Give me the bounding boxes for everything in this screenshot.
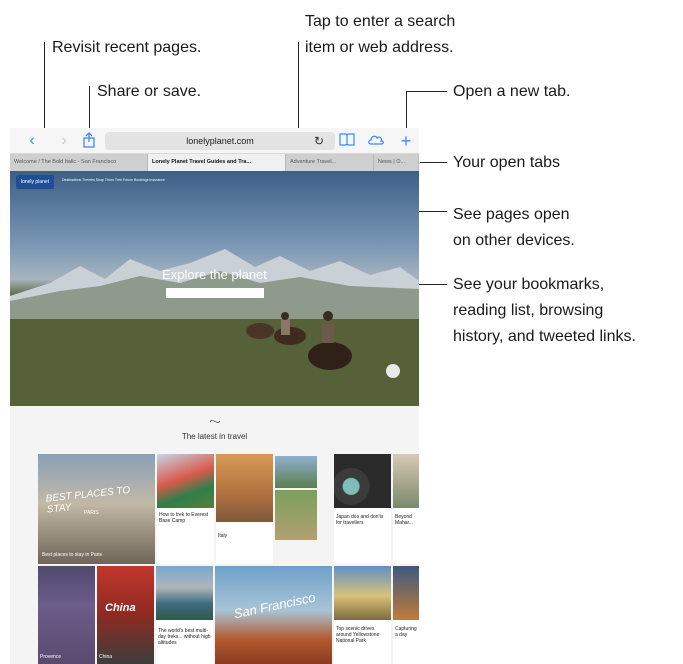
card-day-treks[interactable]: The world's best multi-day treks... with… <box>156 566 213 664</box>
callout-open-tabs: Your open tabs <box>453 154 561 171</box>
italy-title: Italy <box>218 533 228 539</box>
site-nav: lonely planet Destinations Themes Shop T… <box>10 171 419 193</box>
leader-search <box>298 42 299 130</box>
beyond-title: Beyond Mahar... <box>395 514 414 526</box>
tab-bold-italic[interactable]: Welcome / The Bold Italic - San Francisc… <box>10 154 148 171</box>
everest-title: How to trek to Everest Base Camp <box>159 512 209 524</box>
tab-lonely-planet[interactable]: Lonely Planet Travel Guides and Tra... <box>148 154 286 171</box>
browser-toolbar: ‹ › lonelyplanet.com ↻ + <box>10 128 419 154</box>
day-treks-title: The world's best multi-day treks... with… <box>158 628 211 646</box>
latest-section: The latest in travel BEST PLACES TO STAY… <box>10 406 419 664</box>
forward-icon[interactable]: › <box>55 132 73 150</box>
card-yellowstone[interactable]: Top scenic drives around Yellowstone Nat… <box>334 566 391 664</box>
hero-image: lonely planet Destinations Themes Shop T… <box>10 171 419 406</box>
leader-new-tab-h <box>406 91 447 92</box>
best-places-caption: Best places to stay in Paris <box>42 552 103 558</box>
hero-title: Explore the planet <box>162 267 267 282</box>
card-capture[interactable]: Capturing a day <box>393 566 419 664</box>
tab-news[interactable]: News | O... <box>374 154 419 171</box>
callout-search-line1: Tap to enter a search <box>305 13 456 30</box>
hero-search-input[interactable] <box>166 288 264 298</box>
provence-title: Provence <box>40 654 62 660</box>
callout-share-save: Share or save. <box>97 83 202 100</box>
lonely-planet-logo[interactable]: lonely planet <box>16 175 54 189</box>
yellowstone-title: Top scenic drives around Yellowstone Nat… <box>336 626 380 644</box>
callout-bookmarks-line3: history, and tweeted links. <box>453 328 636 345</box>
tab-adventure-travel[interactable]: Adventure Travel... <box>286 154 374 171</box>
latest-title: The latest in travel <box>181 432 248 441</box>
capture-title: Capturing a day <box>395 626 417 638</box>
share-icon[interactable] <box>80 132 98 150</box>
leader-open-tabs <box>420 162 447 163</box>
callout-new-tab: Open a new tab. <box>453 83 571 100</box>
card-best-places[interactable]: BEST PLACES TO STAY PARIS Best places to… <box>38 454 155 564</box>
reload-icon[interactable]: ↻ <box>310 132 328 150</box>
icloud-tabs-icon[interactable] <box>367 132 385 150</box>
callout-search-line2: item or web address. <box>305 39 454 56</box>
card-china[interactable]: China China <box>97 566 154 664</box>
leader-share-save <box>89 86 90 131</box>
callout-bookmarks-line1: See your bookmarks, <box>453 276 605 293</box>
card-provence[interactable]: Provence <box>38 566 95 664</box>
site-nav-links[interactable]: Destinations Themes Shop Thorn Tree Foru… <box>62 178 165 182</box>
best-places-sub: PARIS <box>84 510 99 516</box>
card-japan[interactable]: Japan dos and don'ts for travellers <box>334 454 391 564</box>
china-headline: China <box>105 602 136 614</box>
japan-title: Japan dos and don'ts for travellers <box>336 514 384 526</box>
callout-other-devices-line1: See pages open <box>453 206 570 223</box>
address-bar[interactable]: lonelyplanet.com <box>105 132 335 150</box>
back-icon[interactable]: ‹ <box>23 132 41 150</box>
leader-new-tab-v <box>406 91 407 131</box>
add-tab-icon[interactable]: + <box>397 132 415 150</box>
sf-headline: San Francisco <box>232 589 317 622</box>
safari-window: ‹ › lonelyplanet.com ↻ + Welcome / The B… <box>10 128 419 664</box>
card-beyond[interactable]: Beyond Mahar... <box>393 454 419 564</box>
card-everest[interactable]: How to trek to Everest Base Camp <box>157 454 214 564</box>
plane-icon <box>209 419 221 424</box>
callout-recent-pages: Revisit recent pages. <box>52 39 202 56</box>
card-italy[interactable]: Italy <box>216 454 273 564</box>
leader-recent-pages <box>44 42 45 130</box>
card-camera-landscape[interactable] <box>275 456 317 488</box>
best-places-headline: BEST PLACES TO STAY <box>45 484 131 516</box>
callout-bookmarks-line2: reading list, browsing <box>453 302 604 319</box>
card-sloth[interactable] <box>275 490 317 540</box>
callout-other-devices-line2: on other devices. <box>453 232 575 249</box>
china-caption: China <box>99 654 113 660</box>
bookmarks-icon[interactable] <box>338 132 356 150</box>
card-san-francisco[interactable]: San Francisco <box>215 566 332 664</box>
tab-bar: Welcome / The Bold Italic - San Francisc… <box>10 154 419 171</box>
